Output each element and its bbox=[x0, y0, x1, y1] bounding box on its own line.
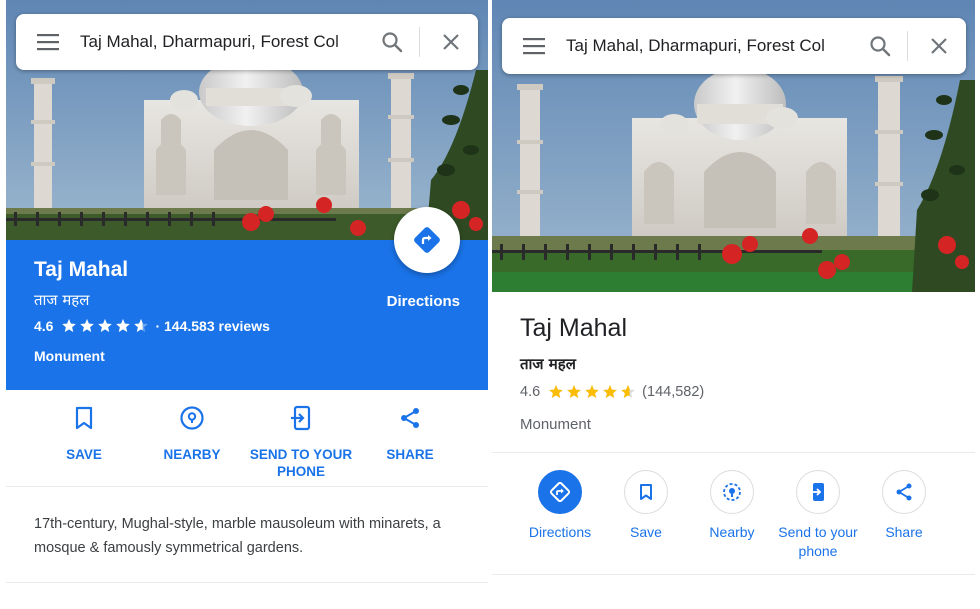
save-label: Save bbox=[630, 524, 662, 540]
star-icon bbox=[116, 319, 131, 332]
rating-value: 4.6 bbox=[520, 384, 541, 400]
search-query-text: Taj Mahal, Dharmapuri, Forest Col bbox=[566, 36, 825, 55]
search-query-text: Taj Mahal, Dharmapuri, Forest Col bbox=[80, 32, 339, 51]
review-count: (144,582) bbox=[642, 384, 705, 400]
share-label: Share bbox=[885, 524, 923, 540]
left-screen: Taj Mahal, Dharmapuri, Forest Col Taj Ma… bbox=[6, 0, 488, 609]
star-icon bbox=[98, 319, 113, 332]
place-description: 17th-century, Mughal-style, marble mauso… bbox=[34, 516, 441, 556]
star-icon bbox=[585, 385, 599, 398]
nearby-pin-icon bbox=[723, 483, 741, 501]
send-to-phone-icon bbox=[291, 405, 311, 431]
directions-icon bbox=[549, 481, 571, 503]
search-input[interactable]: Taj Mahal, Dharmapuri, Forest Col bbox=[566, 36, 857, 56]
rating-stars bbox=[548, 384, 636, 400]
star-icon bbox=[567, 385, 581, 398]
nearby-pin-icon bbox=[180, 406, 204, 430]
send-to-phone-label: SEND TO YOUR PHONE bbox=[249, 447, 353, 479]
share-button[interactable]: Share bbox=[854, 470, 954, 542]
search-bar[interactable]: Taj Mahal, Dharmapuri, Forest Col bbox=[16, 14, 478, 70]
star-icon bbox=[621, 385, 635, 398]
nearby-label: NEARBY bbox=[163, 447, 221, 462]
rating-value: 4.6 bbox=[34, 318, 54, 334]
divider bbox=[6, 582, 488, 583]
share-icon bbox=[896, 483, 912, 501]
review-count: · 144.583 reviews bbox=[155, 318, 270, 334]
star-icon bbox=[62, 319, 77, 332]
place-title: Taj Mahal bbox=[520, 314, 627, 342]
search-icon bbox=[870, 36, 891, 57]
close-icon bbox=[443, 34, 459, 50]
share-button[interactable]: SHARE bbox=[350, 390, 470, 463]
save-label: SAVE bbox=[66, 447, 102, 462]
hamburger-menu-icon bbox=[37, 34, 59, 51]
search-input[interactable]: Taj Mahal, Dharmapuri, Forest Col bbox=[80, 32, 369, 52]
star-icon bbox=[549, 385, 563, 398]
place-title: Taj Mahal bbox=[34, 258, 129, 281]
share-icon bbox=[401, 408, 419, 428]
close-icon bbox=[931, 38, 947, 54]
rating-stars bbox=[61, 318, 149, 334]
action-row: SAVE NEARBY SEND TO YOUR PHONE SHARE bbox=[6, 390, 488, 486]
save-button[interactable]: SAVE bbox=[24, 390, 144, 463]
directions-button[interactable] bbox=[394, 207, 460, 273]
send-to-phone-label: Send to your phone bbox=[778, 524, 858, 559]
rating-row[interactable]: 4.6 (144,582) bbox=[520, 384, 704, 400]
send-to-phone-button[interactable]: Send to your phone bbox=[768, 470, 868, 561]
menu-button[interactable] bbox=[502, 18, 566, 74]
bookmark-icon bbox=[640, 484, 652, 500]
search-bar[interactable]: Taj Mahal, Dharmapuri, Forest Col bbox=[502, 18, 966, 74]
send-to-phone-icon bbox=[810, 483, 824, 501]
search-divider bbox=[419, 27, 420, 57]
place-alt-name: ताज महल bbox=[520, 355, 576, 373]
directions-icon bbox=[414, 227, 440, 253]
menu-button[interactable] bbox=[16, 14, 80, 70]
right-screen: Taj Mahal, Dharmapuri, Forest Col Taj Ma… bbox=[492, 0, 975, 609]
star-icon bbox=[80, 319, 95, 332]
search-divider bbox=[907, 31, 908, 61]
directions-label[interactable]: Directions bbox=[387, 293, 460, 310]
hamburger-menu-icon bbox=[523, 38, 545, 55]
search-button[interactable] bbox=[369, 14, 415, 70]
nearby-label: Nearby bbox=[709, 524, 755, 540]
place-category: Monument bbox=[520, 416, 591, 433]
nearby-button[interactable]: Nearby bbox=[682, 470, 782, 542]
star-icon bbox=[603, 385, 617, 398]
divider bbox=[6, 486, 488, 487]
clear-search-button[interactable] bbox=[912, 18, 966, 74]
divider bbox=[492, 452, 975, 453]
clear-search-button[interactable] bbox=[424, 14, 478, 70]
search-icon bbox=[382, 32, 403, 53]
place-category: Monument bbox=[34, 348, 105, 364]
directions-label: Directions bbox=[528, 524, 592, 540]
place-alt-name: ताज महल bbox=[34, 291, 90, 309]
search-button[interactable] bbox=[857, 18, 903, 74]
bookmark-icon bbox=[75, 406, 93, 430]
save-button[interactable]: Save bbox=[596, 470, 696, 542]
nearby-button[interactable]: NEARBY bbox=[132, 390, 252, 463]
send-to-phone-button[interactable]: SEND TO YOUR PHONE bbox=[241, 390, 361, 480]
rating-row[interactable]: 4.6 · 144.583 reviews bbox=[34, 318, 270, 334]
share-label: SHARE bbox=[386, 447, 434, 462]
star-icon bbox=[134, 319, 149, 332]
divider bbox=[492, 574, 975, 575]
directions-button[interactable]: Directions bbox=[510, 470, 610, 542]
action-row: Directions Save Nearby Send to your phon… bbox=[492, 470, 975, 570]
